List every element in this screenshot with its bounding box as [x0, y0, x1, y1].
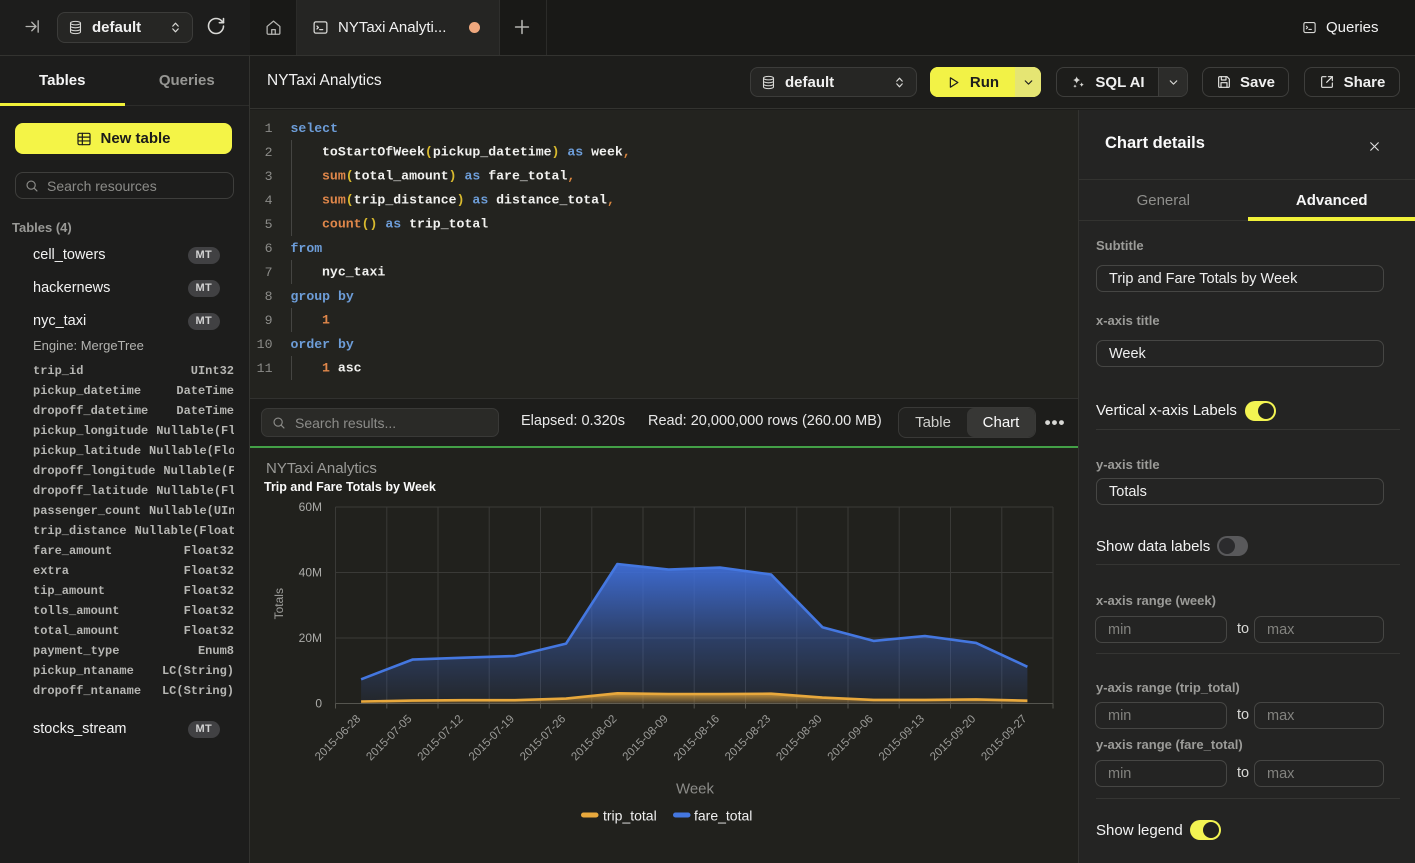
- svg-text:2015-07-12: 2015-07-12: [416, 713, 466, 763]
- svg-text:2015-08-16: 2015-08-16: [672, 713, 722, 763]
- svg-text:20M: 20M: [299, 631, 322, 645]
- svg-text:Trip and Fare Totals by Week: Trip and Fare Totals by Week: [264, 480, 436, 494]
- svg-text:Week: Week: [676, 781, 715, 798]
- svg-text:2015-08-23: 2015-08-23: [723, 713, 773, 763]
- svg-text:2015-07-19: 2015-07-19: [467, 713, 517, 763]
- svg-text:2015-09-06: 2015-09-06: [826, 713, 876, 763]
- svg-text:2015-06-28: 2015-06-28: [313, 713, 363, 763]
- svg-text:2015-09-13: 2015-09-13: [877, 713, 927, 763]
- svg-text:2015-08-30: 2015-08-30: [774, 713, 824, 763]
- svg-text:2015-08-09: 2015-08-09: [621, 713, 671, 763]
- svg-text:40M: 40M: [299, 566, 322, 580]
- svg-text:60M: 60M: [299, 500, 322, 514]
- svg-text:2015-07-26: 2015-07-26: [518, 713, 568, 763]
- svg-text:fare_total: fare_total: [694, 808, 752, 824]
- svg-text:2015-09-27: 2015-09-27: [979, 713, 1029, 763]
- svg-text:2015-07-05: 2015-07-05: [364, 713, 414, 763]
- svg-text:NYTaxi Analytics: NYTaxi Analytics: [266, 460, 377, 477]
- svg-text:2015-08-02: 2015-08-02: [569, 713, 619, 763]
- svg-text:trip_total: trip_total: [603, 808, 657, 824]
- svg-text:0: 0: [315, 697, 322, 711]
- svg-text:Totals: Totals: [272, 588, 286, 619]
- svg-text:2015-09-20: 2015-09-20: [928, 713, 978, 763]
